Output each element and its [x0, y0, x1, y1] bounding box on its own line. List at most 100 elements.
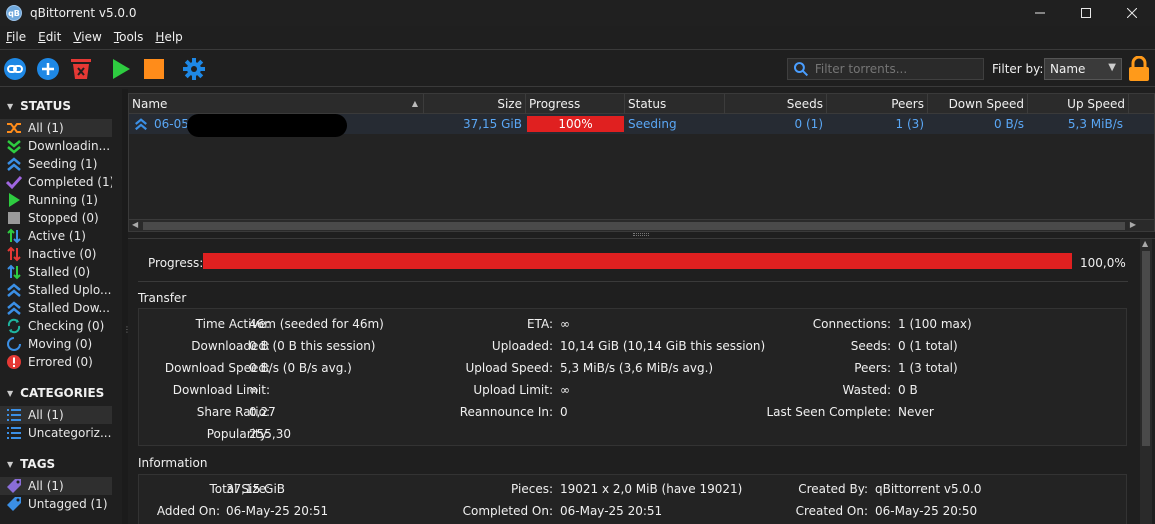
overall-progress-bar [203, 253, 1072, 269]
status-item-stalled-downloading[interactable]: Stalled Dow... [0, 299, 112, 317]
column-down-speed[interactable]: Down Speed [928, 94, 1028, 114]
progress-percent: 100,0% [1080, 256, 1126, 270]
upload-speed-label: Upload Speed: [465, 361, 553, 375]
status-item-moving[interactable]: Moving (0) [0, 335, 112, 353]
window-title: qBittorrent v5.0.0 [30, 6, 137, 20]
status-item-running[interactable]: Running (1) [0, 191, 112, 209]
status-item-stalled[interactable]: Stalled (0) [0, 263, 112, 281]
scrollbar-thumb[interactable] [1142, 251, 1150, 446]
redacted-name-block [187, 114, 347, 137]
torrent-seeds: 0 (1) [794, 117, 823, 131]
connections-label: Connections: [812, 317, 891, 331]
torrent-list-header: Name ▲ Size Progress Status Seeds Peers … [129, 94, 1154, 114]
tag-item-all[interactable]: All (1) [0, 477, 112, 495]
categories-header-label: CATEGORIES [20, 386, 105, 400]
eta-label: ETA: [526, 317, 553, 331]
horizontal-scrollbar[interactable]: ◀ ▶ [129, 219, 1154, 231]
column-name-label: Name [132, 97, 168, 111]
transfer-title: Transfer [138, 291, 187, 305]
torrent-peers: 1 (3) [895, 117, 924, 131]
column-status[interactable]: Status [625, 94, 725, 114]
column-seeds[interactable]: Seeds [725, 94, 827, 114]
status-item-seeding[interactable]: Seeding (1) [0, 155, 112, 173]
upload-speed-value: 5,3 MiB/s (3,6 MiB/s avg.) [560, 361, 714, 375]
divider [138, 281, 1128, 282]
scroll-left-icon[interactable]: ◀ [132, 220, 138, 229]
properties-panel: ▲ Progress: 100,0% Transfer Time Active:… [128, 238, 1155, 524]
toolbar: Filter by: Name ▼ [0, 49, 1155, 87]
status-item-label: Active (1) [28, 229, 86, 243]
menu-file[interactable]: File [0, 28, 32, 48]
scroll-right-icon[interactable]: ▶ [1130, 220, 1136, 229]
start-icon[interactable] [109, 57, 133, 81]
categories-header[interactable]: ▼ CATEGORIES [0, 382, 122, 404]
upload-limit-label: Upload Limit: [473, 383, 553, 397]
wasted-value: 0 B [898, 383, 918, 397]
status-item-stalled-uploading[interactable]: Stalled Uplo... [0, 281, 112, 299]
menu-help[interactable]: Help [149, 28, 188, 48]
downloading-arrow-icon [6, 138, 22, 154]
column-up-speed[interactable]: Up Speed [1028, 94, 1129, 114]
menu-view[interactable]: View [67, 28, 107, 48]
filter-torrents-box[interactable] [787, 58, 984, 80]
status-item-completed[interactable]: Completed (1) [0, 173, 112, 191]
scroll-up-icon[interactable]: ▲ [1142, 239, 1148, 248]
torrent-row[interactable]: 06-05 37,15 GiB 100% Seeding 0 (1) 1 (3)… [129, 114, 1154, 137]
upload-limit-value: ∞ [560, 383, 570, 397]
menu-tools[interactable]: Tools [108, 28, 150, 48]
created-on-label: Created On: [795, 504, 868, 518]
status-item-inactive[interactable]: Inactive (0) [0, 245, 112, 263]
uploaded-value: 10,14 GiB (10,14 GiB this session) [560, 339, 766, 353]
filter-by-select[interactable]: Name ▼ [1044, 58, 1122, 80]
status-item-downloading[interactable]: Downloadin... [0, 137, 112, 155]
category-item-uncategorized[interactable]: Uncategoriz... [0, 424, 112, 442]
status-item-label: Downloadin... [28, 139, 111, 153]
close-button[interactable] [1109, 0, 1155, 26]
tags-header[interactable]: ▼ TAGS [0, 453, 122, 475]
app-logo-icon: qB [6, 5, 22, 21]
status-item-errored[interactable]: Errored (0) [0, 353, 112, 371]
lock-icon[interactable] [1128, 56, 1150, 82]
menu-bar: File Edit View Tools Help [0, 28, 189, 48]
status-header[interactable]: ▼ STATUS [0, 95, 122, 117]
status-item-stopped[interactable]: Stopped (0) [0, 209, 112, 227]
reannounce-value: 0 [560, 405, 568, 419]
category-item-label: Uncategoriz... [28, 426, 112, 440]
options-gear-icon[interactable] [182, 57, 206, 81]
menu-edit-label: dit [45, 30, 62, 44]
tag-item-untagged[interactable]: Untagged (1) [0, 495, 112, 513]
status-item-active[interactable]: Active (1) [0, 227, 112, 245]
checking-refresh-icon [6, 318, 22, 334]
error-icon [6, 354, 22, 370]
add-link-icon[interactable] [3, 57, 27, 81]
download-speed-value: 0 B/s (0 B/s avg.) [249, 361, 352, 375]
status-item-label: Seeding (1) [28, 157, 98, 171]
category-list-icon [6, 425, 22, 441]
stop-icon[interactable] [142, 57, 166, 81]
status-item-checking[interactable]: Checking (0) [0, 317, 112, 335]
filter-torrents-input[interactable] [814, 62, 983, 76]
maximize-button[interactable] [1063, 0, 1109, 26]
created-by-value: qBittorrent v5.0.0 [875, 482, 982, 496]
status-item-label: Completed (1) [28, 175, 112, 189]
column-name[interactable]: Name ▲ [129, 94, 424, 114]
category-item-all[interactable]: All (1) [0, 406, 112, 424]
title-bar: qB qBittorrent v5.0.0 [0, 0, 1155, 26]
scrollbar-thumb[interactable] [143, 222, 1125, 230]
column-progress[interactable]: Progress [526, 94, 625, 114]
total-size-value: 37,15 GiB [226, 482, 286, 496]
column-size[interactable]: Size [424, 94, 526, 114]
add-torrent-icon[interactable] [36, 57, 60, 81]
tag-icon [6, 478, 22, 494]
minimize-icon [1035, 12, 1045, 14]
delete-torrent-icon[interactable] [69, 57, 93, 81]
seeding-arrow-icon [135, 118, 147, 131]
torrent-down-speed: 0 B/s [994, 117, 1024, 131]
minimize-button[interactable] [1017, 0, 1063, 26]
menu-edit[interactable]: Edit [32, 28, 67, 48]
menu-tools-label: ools [119, 30, 144, 44]
status-item-all[interactable]: All (1) [0, 119, 112, 137]
column-peers[interactable]: Peers [827, 94, 928, 114]
status-item-label: Inactive (0) [28, 247, 97, 261]
vertical-scrollbar[interactable]: ▲ [1140, 239, 1152, 524]
